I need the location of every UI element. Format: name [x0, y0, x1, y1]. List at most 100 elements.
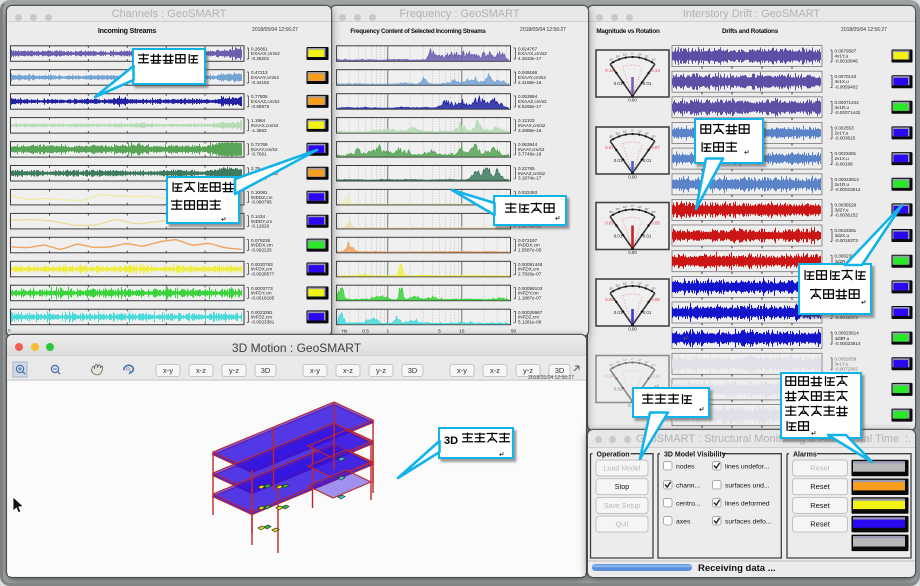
svg-text:0.01: 0.01 — [614, 81, 623, 86]
svg-text:30°: 30° — [651, 363, 656, 367]
svg-text:-0.44182: -0.44182 — [251, 80, 270, 85]
svg-text:Reset: Reset — [810, 520, 831, 529]
svg-text:0.07: 0.07 — [605, 145, 614, 150]
svg-text:-0.68975: -0.68975 — [251, 104, 270, 109]
svg-text:20°: 20° — [645, 283, 650, 287]
svg-text:x-z: x-z — [490, 366, 500, 375]
svg-text:20°: 20° — [616, 54, 621, 58]
svg-text:x-y: x-y — [310, 366, 320, 375]
svg-text:0.01: 0.01 — [643, 158, 652, 163]
svg-text:3.1974e-17: 3.1974e-17 — [518, 176, 542, 181]
svg-text:10°: 10° — [623, 358, 628, 362]
svg-text:Magnitude vs Rotation: Magnitude vs Rotation — [596, 28, 660, 35]
svg-text:0.05: 0.05 — [651, 297, 660, 302]
svg-text:lines undefor...: lines undefor... — [725, 464, 769, 471]
svg-text:10°: 10° — [638, 52, 643, 56]
svg-text:Drifts and Rotations: Drifts and Rotations — [722, 28, 779, 35]
svg-text:10°: 10° — [638, 205, 643, 209]
svg-text:2018/05/04 12:56:27: 2018/05/04 12:56:27 — [841, 27, 887, 33]
svg-text:-0.003615: -0.003615 — [835, 136, 856, 141]
svg-text:20°: 20° — [616, 360, 621, 364]
svg-text:-0.0028577: -0.0028577 — [251, 271, 275, 276]
svg-text:10°: 10° — [623, 205, 628, 209]
svg-text:-0.0023381: -0.0023381 — [251, 319, 275, 324]
svg-text:Hz: Hz — [342, 329, 348, 335]
svg-text:30°: 30° — [609, 363, 614, 367]
svg-text:-0.092225: -0.092225 — [251, 248, 272, 253]
svg-text:Stop: Stop — [615, 484, 630, 491]
svg-text:2018/05/04 12:56:27: 2018/05/04 12:56:27 — [520, 27, 566, 33]
svg-text:-1.3663: -1.3663 — [251, 128, 267, 133]
svg-text:0.00: 0.00 — [628, 250, 637, 255]
svg-text:lines deformed: lines deformed — [725, 501, 770, 508]
svg-text:0.14: 0.14 — [651, 374, 660, 379]
svg-text:2018/05/04 12:56:27: 2018/05/04 12:56:27 — [528, 375, 574, 381]
svg-text:Save Setup: Save Setup — [604, 503, 640, 510]
svg-text:0.01: 0.01 — [643, 234, 652, 239]
svg-text:-0.12626: -0.12626 — [251, 224, 270, 229]
svg-text:2018/05/04 12:56:27: 2018/05/04 12:56:27 — [252, 27, 298, 33]
svg-text:20°: 20° — [645, 131, 650, 135]
svg-text:chann...: chann... — [676, 483, 700, 490]
svg-text:y-z: y-z — [523, 366, 533, 375]
svg-text:20°: 20° — [645, 360, 650, 364]
svg-text:-0.080795: -0.080795 — [251, 200, 272, 205]
svg-text:3D: 3D — [408, 366, 418, 375]
svg-text:20°: 20° — [616, 131, 621, 135]
svg-text:0.5: 0.5 — [362, 329, 369, 335]
svg-text:y-z: y-z — [376, 366, 386, 375]
svg-text:. . .: . . . — [459, 21, 464, 25]
svg-text:-0.0036152: -0.0036152 — [835, 213, 859, 218]
svg-text:3.2685e-16: 3.2685e-16 — [518, 128, 542, 133]
svg-text:10°: 10° — [623, 281, 628, 285]
svg-text:30°: 30° — [609, 210, 614, 214]
svg-text:2.4158e-16: 2.4158e-16 — [518, 80, 542, 85]
svg-text:0.05: 0.05 — [651, 221, 660, 226]
svg-text:5.1281e-08: 5.1281e-08 — [518, 319, 542, 324]
svg-text:0.01: 0.01 — [643, 310, 652, 315]
svg-text:0.00: 0.00 — [628, 327, 637, 332]
svg-text:0.07: 0.07 — [651, 145, 660, 150]
svg-text:3.7748e-18: 3.7748e-18 — [518, 152, 542, 157]
svg-text:0.00: 0.00 — [628, 175, 637, 180]
svg-text:0.05: 0.05 — [605, 297, 614, 302]
svg-text:0.14: 0.14 — [651, 68, 660, 73]
svg-text:1.5587e-05: 1.5587e-05 — [518, 248, 542, 253]
svg-text:axes: axes — [676, 519, 691, 526]
svg-text:0.01: 0.01 — [643, 81, 652, 86]
svg-text:-0.0059402: -0.0059402 — [835, 84, 859, 89]
svg-text:0.14: 0.14 — [605, 68, 614, 73]
svg-text:30°: 30° — [609, 57, 614, 61]
svg-text:0.01: 0.01 — [614, 310, 623, 315]
svg-text:Alarms: Alarms — [793, 452, 817, 459]
svg-text:3D: 3D — [555, 366, 565, 375]
svg-text:10°: 10° — [638, 358, 643, 362]
svg-text:y-z: y-z — [229, 366, 239, 375]
svg-text:-0.0018185: -0.0018185 — [251, 295, 275, 300]
svg-text:-0.00198: -0.00198 — [835, 161, 854, 166]
svg-text:-0.0072302: -0.0072302 — [835, 367, 859, 372]
svg-text:20°: 20° — [616, 207, 621, 211]
svg-text:Receiving data ...: Receiving data ... — [698, 563, 776, 574]
svg-text:Reset: Reset — [810, 482, 831, 491]
svg-text:0.01: 0.01 — [614, 234, 623, 239]
svg-text:10: 10 — [459, 329, 465, 335]
svg-text:0.01: 0.01 — [614, 387, 623, 392]
svg-text:-0.00023814: -0.00023814 — [835, 341, 861, 346]
svg-text:1: 1 — [386, 329, 389, 335]
svg-text:-0.0019373: -0.0019373 — [835, 315, 859, 320]
svg-text:20°: 20° — [645, 54, 650, 58]
svg-text:10°: 10° — [623, 129, 628, 133]
svg-text:-0.00023814: -0.00023814 — [835, 187, 861, 192]
svg-text:x-y: x-y — [163, 366, 173, 375]
svg-text:20°: 20° — [616, 283, 621, 287]
svg-text:-2.3141: -2.3141 — [251, 176, 267, 181]
svg-text:0.14: 0.14 — [605, 374, 614, 379]
svg-text:30°: 30° — [651, 286, 656, 290]
svg-text:Load Model: Load Model — [604, 466, 641, 473]
svg-text:10°: 10° — [638, 281, 643, 285]
svg-text:10°: 10° — [623, 52, 628, 56]
svg-text:x-y: x-y — [457, 366, 467, 375]
svg-text:. . .: . . . — [125, 37, 130, 41]
svg-text:3D: 3D — [261, 366, 271, 375]
